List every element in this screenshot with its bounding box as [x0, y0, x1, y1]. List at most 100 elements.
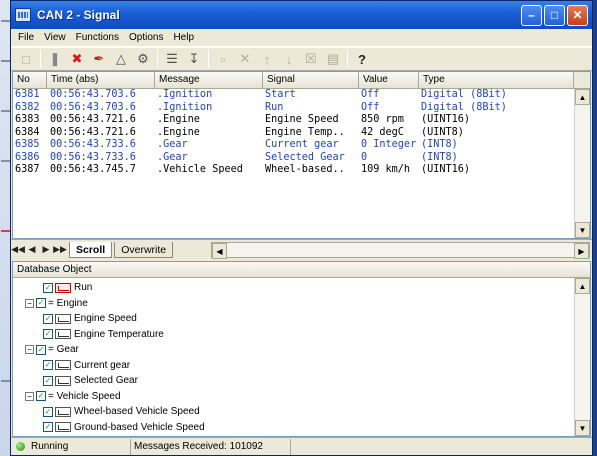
database-object-panel[interactable]: Database Object ✓ Run − ✓ = Engine ✓ Engine Sp… [12, 261, 591, 437]
cell-no: 6386 [15, 151, 40, 163]
column-header-signal[interactable]: Signal [263, 72, 359, 88]
checkbox[interactable]: ✓ [43, 375, 53, 386]
table-row[interactable]: 6385 00:56:43.733.6 .Gear Current gear 0 Int… [13, 139, 590, 152]
scroll-right-arrow-icon[interactable]: ▶ [574, 243, 589, 259]
tab-overwrite[interactable]: Overwrite [114, 241, 174, 258]
checkbox[interactable]: ✓ [43, 422, 53, 433]
minimize-button[interactable]: – [521, 4, 542, 26]
table-row[interactable]: 6382 00:56:43.703.6 .Ignition Run Off Digital… [13, 102, 590, 115]
menu-help[interactable]: Help [168, 32, 199, 43]
table-row[interactable]: 6384 00:56:43.721.6 .Engine Engine Temp.. 42… [13, 127, 590, 140]
cell-msg: .Gear [157, 139, 188, 150]
database-tree: ✓ Run − ✓ = Engine ✓ Engine Speed ✓ Engine Tempe… [13, 278, 590, 435]
cell-time: 00:56:43.721.6 [50, 126, 136, 138]
cell-no: 6387 [15, 164, 40, 175]
pause-icon[interactable]: ❚ [44, 49, 66, 69]
cell-type: (UINT16) [421, 164, 471, 175]
column-header-type[interactable]: Type [419, 72, 574, 88]
window-icon[interactable]: ▤ [322, 49, 344, 69]
tab-scroll[interactable]: Scroll [69, 241, 113, 258]
prev-page-icon[interactable]: ◀ [25, 243, 39, 257]
move-up-icon[interactable]: ↑ [256, 49, 278, 69]
menu-functions[interactable]: Functions [71, 32, 124, 43]
tree-item-label: Current gear [74, 359, 131, 371]
tree-item[interactable]: − ✓ = Engine [13, 296, 590, 312]
checkbox[interactable]: ✓ [36, 298, 46, 309]
tree-item[interactable]: ✓ Current gear [13, 358, 590, 374]
signal-config-icon[interactable]: ☰ [161, 49, 183, 69]
help-icon[interactable]: ? [351, 49, 373, 69]
scroll-down-arrow-icon[interactable]: ▼ [575, 222, 590, 238]
scroll-down-arrow-icon[interactable]: ▼ [575, 420, 590, 436]
table-row[interactable]: 6381 00:56:43.703.6 .Ignition Start Off Digit… [13, 89, 590, 102]
tree-item[interactable]: ✓ Selected Gear [13, 373, 590, 389]
tree-item[interactable]: ✓ Wheel-based Vehicle Speed [13, 404, 590, 420]
cell-type: Digital (8Bit) [421, 89, 507, 100]
column-header-value[interactable]: Value [359, 72, 419, 88]
tree-item[interactable]: ✓ Ground-based Vehicle Speed [13, 420, 590, 436]
collapse-icon[interactable]: − [25, 298, 34, 308]
tree-item[interactable]: − ✓ = Vehicle Speed [13, 389, 590, 405]
toolbar-separator [347, 50, 348, 68]
cell-no: 6381 [15, 89, 40, 100]
last-page-icon[interactable]: ▶▶ [53, 243, 67, 257]
move-down-icon[interactable]: ↓ [278, 49, 300, 69]
signal-grid[interactable]: No Time (abs) Message Signal Value Type … [12, 71, 591, 239]
menu-file[interactable]: File [13, 32, 39, 43]
stop-icon[interactable]: ✖ [66, 49, 88, 69]
delete-icon[interactable]: ✕ [234, 49, 256, 69]
tree-item[interactable]: ✓ Run [13, 280, 590, 296]
title-bar[interactable]: CAN 2 - Signal – □ ✕ [11, 1, 592, 29]
new-icon[interactable]: □ [15, 49, 37, 69]
scroll-up-arrow-icon[interactable]: ▲ [575, 89, 590, 105]
column-header-no[interactable]: No [13, 72, 47, 88]
tree-item[interactable]: ✓ Engine Temperature [13, 327, 590, 343]
toolbar-separator [40, 50, 41, 68]
checkbox[interactable]: ✓ [43, 313, 53, 324]
grid-vertical-scrollbar[interactable]: ▲ ▼ [574, 89, 590, 238]
scroll-up-arrow-icon[interactable]: ▲ [575, 278, 590, 294]
cell-val: 0 Integer [361, 139, 417, 150]
cell-msg: .Ignition [157, 89, 213, 100]
table-row[interactable]: 6383 00:56:43.721.6 .Engine Engine Speed 850… [13, 114, 590, 127]
cell-time: 00:56:43.745.7 [50, 164, 136, 175]
collapse-icon[interactable]: − [25, 345, 34, 355]
signal-icon [55, 375, 71, 386]
table-row[interactable]: 6386 00:56:43.733.6 .Gear Selected Gear 0 (IN… [13, 152, 590, 165]
next-page-icon[interactable]: ▶ [39, 243, 53, 257]
tree-item[interactable]: ✓ Engine Speed [13, 311, 590, 327]
settings-icon[interactable]: ⚙ [132, 49, 154, 69]
scroll-left-arrow-icon[interactable]: ◀ [212, 243, 227, 259]
toolbar-separator [208, 50, 209, 68]
checkbox[interactable]: ✓ [36, 391, 46, 402]
checkbox[interactable]: ✓ [43, 406, 53, 417]
pen-icon[interactable]: ✒ [88, 49, 110, 69]
checkbox[interactable]: ✓ [43, 282, 53, 293]
collapse-icon[interactable]: − [25, 391, 34, 401]
table-row[interactable]: 6387 00:56:43.745.7 .Vehicle Speed Wheel-ba… [13, 164, 590, 177]
tree-item-label: Engine Temperature [74, 328, 164, 340]
signal-icon [55, 360, 71, 371]
maximize-button[interactable]: □ [544, 4, 565, 26]
checkbox[interactable]: ✓ [36, 344, 46, 355]
column-header-time[interactable]: Time (abs) [47, 72, 155, 88]
signal-icon [55, 406, 71, 417]
column-header-message[interactable]: Message [155, 72, 263, 88]
tree-item[interactable]: − ✓ = Gear [13, 342, 590, 358]
export-icon[interactable]: ↧ [183, 49, 205, 69]
checkbox[interactable]: ✓ [43, 329, 53, 340]
menu-view[interactable]: View [39, 32, 71, 43]
copy-icon[interactable]: ▫ [212, 49, 234, 69]
filter-icon[interactable]: △ [110, 49, 132, 69]
database-vertical-scrollbar[interactable]: ▲ ▼ [574, 278, 590, 436]
first-page-icon[interactable]: ◀◀ [11, 243, 25, 257]
cell-val: 850 rpm [361, 114, 404, 125]
can-signal-window: CAN 2 - Signal – □ ✕ File View Functions… [10, 0, 593, 456]
cell-type: (UINT8) [421, 126, 464, 138]
close-button[interactable]: ✕ [567, 4, 588, 26]
menu-options[interactable]: Options [124, 32, 168, 43]
clear-icon[interactable]: ☒ [300, 49, 322, 69]
horizontal-scrollbar[interactable]: ◀ ▶ [211, 242, 590, 259]
cell-time: 00:56:43.733.6 [50, 151, 136, 163]
checkbox[interactable]: ✓ [43, 360, 53, 371]
